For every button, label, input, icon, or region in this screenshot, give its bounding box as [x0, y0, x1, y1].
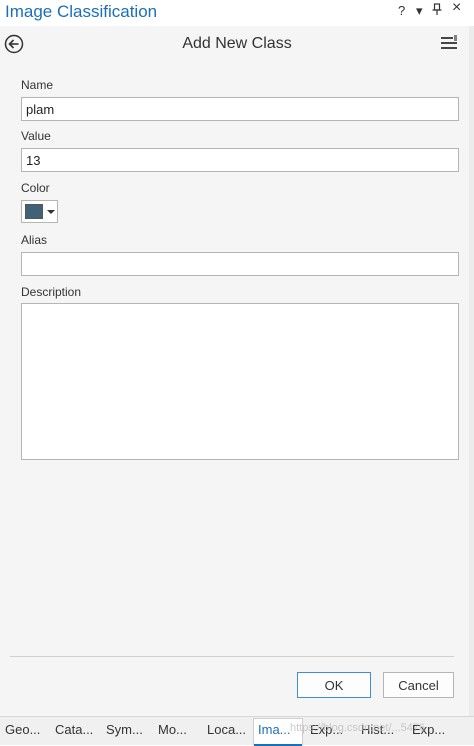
tab-geoprocessing[interactable]: Geo...	[5, 722, 40, 737]
vertical-scrollbar[interactable]	[469, 26, 474, 716]
name-label: Name	[21, 78, 54, 92]
tab-catalog[interactable]: Cata...	[55, 722, 93, 737]
alias-field[interactable]	[21, 252, 459, 276]
description-label: Description	[21, 285, 82, 299]
color-swatch	[25, 204, 43, 219]
pin-glyph	[432, 3, 442, 15]
pane-title-bar: Image Classification ? ▾ ×	[0, 0, 474, 26]
pin-icon[interactable]	[432, 3, 442, 19]
color-picker[interactable]	[21, 200, 58, 223]
options-dropdown-icon[interactable]: ▾	[416, 3, 423, 19]
ok-button[interactable]: OK	[297, 672, 371, 698]
pane-header: Add New Class	[0, 26, 474, 66]
color-label: Color	[21, 181, 50, 195]
menu-icon[interactable]	[440, 34, 458, 52]
tab-image-classification[interactable]: Ima...	[258, 722, 291, 737]
alias-label: Alias	[21, 233, 48, 247]
footer-divider	[10, 656, 454, 657]
tab-modify[interactable]: Mo...	[158, 722, 187, 737]
tab-locate[interactable]: Loca...	[207, 722, 246, 737]
value-field[interactable]	[21, 148, 459, 172]
tab-symbology[interactable]: Sym...	[106, 722, 143, 737]
pane-title: Image Classification	[5, 2, 158, 21]
watermark-text: https://blog.csdn.net/...5476	[290, 722, 426, 734]
help-icon[interactable]: ?	[398, 3, 405, 19]
close-icon[interactable]: ×	[452, 0, 461, 16]
value-label: Value	[21, 129, 51, 143]
chevron-down-icon	[47, 210, 55, 214]
image-classification-pane: Image Classification ? ▾ × Add New Class	[0, 0, 474, 746]
cancel-button[interactable]: Cancel	[383, 672, 454, 698]
name-field[interactable]	[21, 97, 459, 121]
description-field[interactable]	[21, 303, 459, 460]
page-title: Add New Class	[182, 35, 292, 52]
